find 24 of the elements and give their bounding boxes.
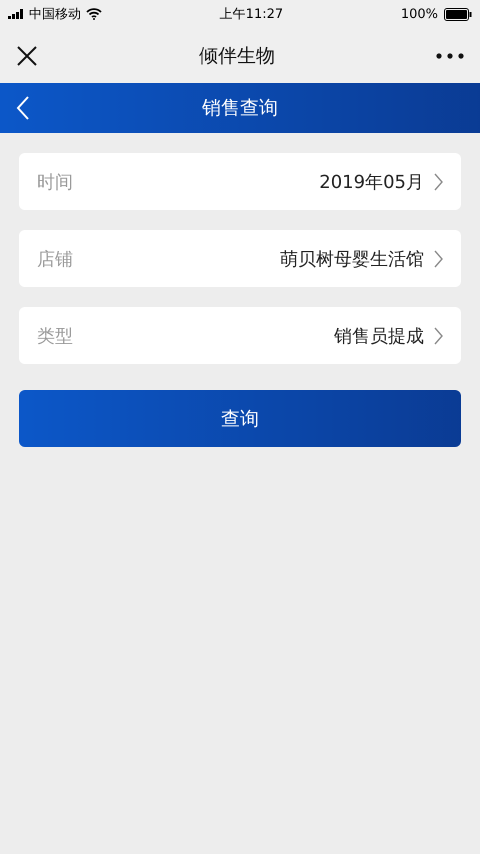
row-label: 时间 [37,170,73,194]
more-icon[interactable] [436,52,464,58]
chevron-icon [434,250,443,268]
row-label: 店铺 [37,248,73,270]
row-value: 萌贝树母婴生活馆 [280,248,424,270]
wifi-icon [86,8,102,20]
row-value: 2019年05月 [319,170,424,194]
chevron-icon [434,172,443,190]
select-row[interactable]: 店铺 萌贝树母婴生活馆 [19,230,461,287]
row-label: 类型 [37,324,73,348]
battery-percent: 100% [400,6,438,22]
query-button[interactable]: 查询 [19,390,461,447]
page-title: 倾伴生物 [199,44,275,68]
status-time: 上午11:27 [220,6,284,23]
row-value: 销售员提成 [334,324,424,348]
header-title: 销售查询 [202,96,278,121]
back-icon[interactable] [16,96,30,120]
carrier-name: 中国移动 [29,6,81,23]
select-row[interactable]: 时间 2019年05月 [19,153,461,210]
chevron-icon [434,326,443,344]
battery-icon [444,8,472,20]
signal-icon [8,9,24,19]
close-icon[interactable] [16,44,38,66]
select-row[interactable]: 类型 销售员提成 [19,307,461,364]
